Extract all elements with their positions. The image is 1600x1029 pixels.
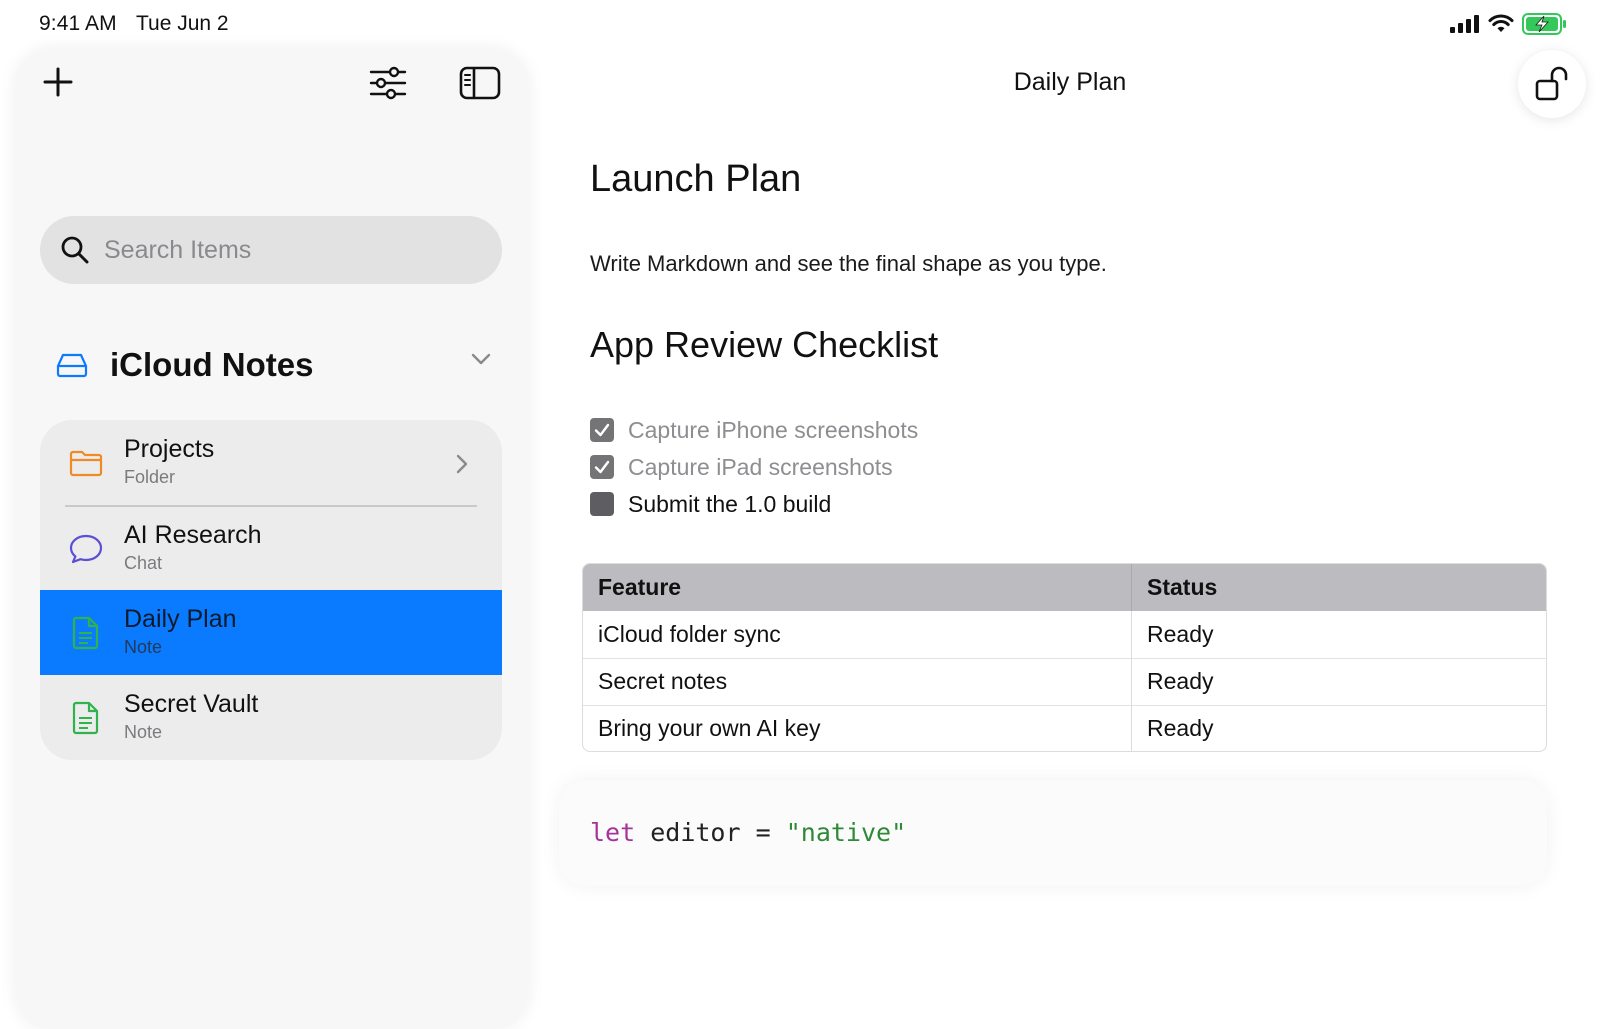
document-title: Daily Plan	[1013, 68, 1127, 96]
list-item-title: Daily Plan	[124, 605, 237, 633]
filter-button[interactable]	[368, 64, 408, 102]
checklist-item-text: Capture iPhone screenshots	[628, 416, 919, 443]
status-time: 9:41 AM	[39, 12, 117, 35]
folder-icon	[69, 450, 103, 477]
table-header-cell: Status	[1131, 564, 1546, 611]
status-icons	[1450, 13, 1568, 35]
code-keyword: let	[590, 818, 636, 847]
sidebar-toggle-icon	[459, 66, 501, 100]
table-cell: iCloud folder sync	[598, 621, 781, 647]
code-line: let editor = "native"	[590, 818, 906, 847]
list-item-subtitle: Folder	[124, 467, 176, 487]
heading-launch-plan: Launch Plan	[590, 158, 802, 200]
feature-table: Feature Status iCloud folder sync Ready …	[582, 563, 1547, 752]
code-operator: =	[755, 818, 771, 847]
checkbox-checked[interactable]	[590, 455, 614, 479]
checklist-item-text: Submit the 1.0 build	[628, 490, 832, 517]
list-item-subtitle: Note	[124, 722, 163, 742]
chevron-down-icon[interactable]	[470, 352, 492, 366]
list-item-projects[interactable]: Projects Folder	[40, 420, 502, 507]
table-cell: Bring your own AI key	[598, 715, 821, 741]
note-icon	[72, 701, 99, 735]
lock-button[interactable]	[1518, 50, 1586, 118]
toggle-sidebar-button[interactable]	[458, 64, 502, 102]
search-input[interactable]	[104, 235, 484, 265]
checklist-item[interactable]: Submit the 1.0 build	[590, 489, 831, 519]
plus-icon	[43, 67, 73, 97]
code-identifier: editor	[650, 818, 741, 847]
section-header-icloud-notes[interactable]: iCloud Notes	[56, 340, 492, 390]
code-string: "native"	[785, 818, 907, 847]
table-cell: Ready	[1131, 658, 1546, 705]
item-list: Projects Folder AI Research Chat Daily P…	[40, 420, 502, 760]
table-header-cell: Feature	[598, 574, 682, 600]
search-bar[interactable]	[40, 216, 502, 284]
checkmark-icon	[594, 423, 610, 437]
lock-open-icon	[1535, 66, 1568, 101]
drive-icon	[56, 353, 88, 378]
list-item-ai-research[interactable]: AI Research Chat	[40, 506, 502, 591]
cellular-signal-icon	[1450, 15, 1479, 33]
checklist-item-text: Capture iPad screenshots	[628, 453, 893, 480]
list-item-title: Projects	[124, 435, 215, 463]
checkmark-icon	[594, 460, 610, 474]
list-item-daily-plan[interactable]: Daily Plan Note	[40, 590, 502, 675]
new-item-button[interactable]	[40, 64, 76, 100]
checkbox-checked[interactable]	[590, 418, 614, 442]
status-date: Tue Jun 2	[136, 12, 229, 35]
search-icon	[61, 236, 89, 264]
paragraph: Write Markdown and see the final shape a…	[590, 251, 1107, 276]
code-block: let editor = "native"	[559, 780, 1547, 886]
wifi-icon	[1488, 14, 1514, 32]
battery-charging-icon	[1522, 13, 1566, 35]
heading-checklist: App Review Checklist	[590, 324, 939, 365]
table-cell: Ready	[1131, 705, 1546, 751]
table-cell: Secret notes	[598, 668, 728, 694]
list-item-title: Secret Vault	[124, 690, 259, 718]
list-item-title: AI Research	[124, 521, 262, 549]
chevron-right-icon	[456, 454, 468, 474]
section-title: iCloud Notes	[110, 346, 314, 383]
checklist-item[interactable]: Capture iPhone screenshots	[590, 415, 918, 445]
checkbox-unchecked[interactable]	[590, 492, 614, 516]
list-item-secret-vault[interactable]: Secret Vault Note	[40, 675, 502, 760]
chat-bubble-icon	[69, 534, 103, 564]
table-header-row: Feature Status	[583, 564, 1546, 611]
table-row: iCloud folder sync Ready	[583, 611, 1546, 658]
list-item-subtitle: Note	[124, 637, 163, 657]
checklist-item[interactable]: Capture iPad screenshots	[590, 452, 893, 482]
sliders-icon	[369, 66, 407, 100]
table-row: Secret notes Ready	[583, 658, 1546, 705]
table-row: Bring your own AI key Ready	[583, 705, 1546, 751]
note-icon	[72, 616, 99, 650]
table-cell: Ready	[1131, 611, 1546, 658]
list-item-subtitle: Chat	[124, 553, 163, 573]
